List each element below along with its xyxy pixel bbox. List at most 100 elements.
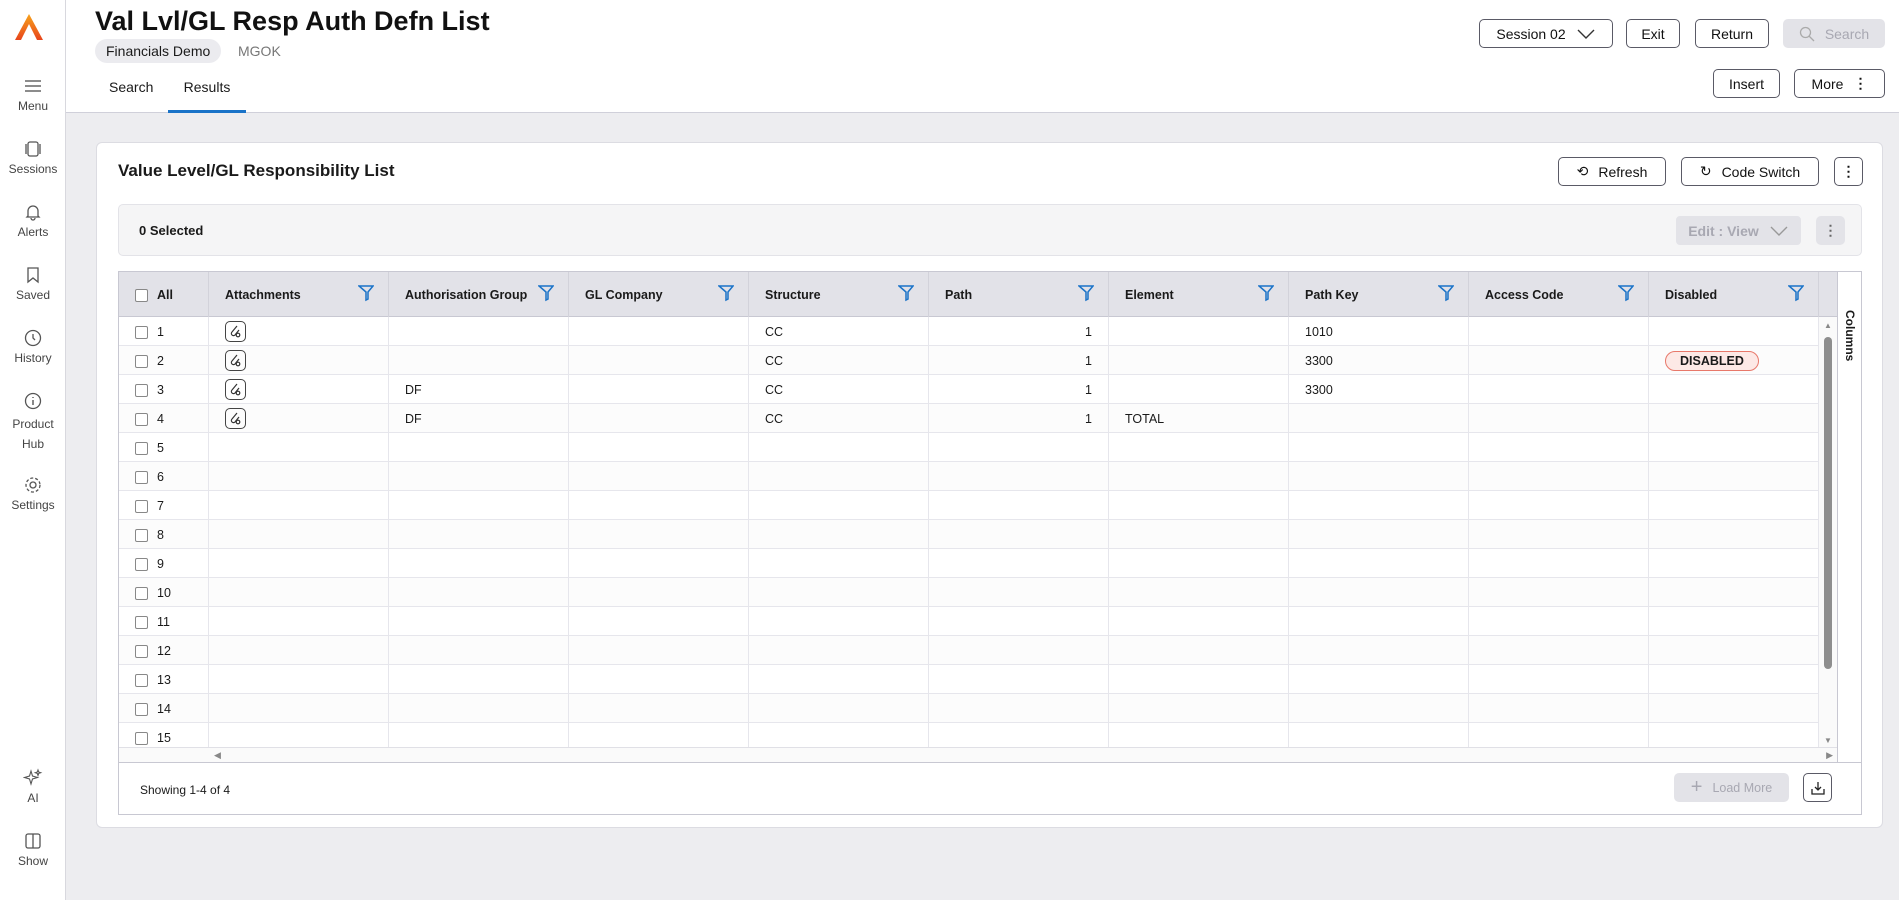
column-header[interactable]: Authorisation Group: [389, 272, 569, 317]
refresh-button[interactable]: ⟲ Refresh: [1558, 157, 1666, 186]
scroll-left-icon[interactable]: ◀: [214, 750, 221, 761]
row-checkbox[interactable]: [135, 326, 148, 340]
row-select[interactable]: 5: [119, 433, 209, 462]
column-header[interactable]: Access Code: [1469, 272, 1649, 317]
filter-icon[interactable]: [1616, 284, 1635, 302]
sidebar-item-history[interactable]: History: [0, 328, 66, 365]
row-select[interactable]: 8: [119, 520, 209, 549]
attachment-icon[interactable]: [225, 408, 246, 429]
sidebar-item-menu[interactable]: Menu: [0, 76, 66, 113]
sidebar-item-alerts[interactable]: Alerts: [0, 202, 66, 239]
table-row[interactable]: 10: [119, 578, 1819, 607]
filter-icon[interactable]: [1436, 284, 1455, 302]
row-select[interactable]: 13: [119, 665, 209, 694]
row-select[interactable]: 11: [119, 607, 209, 636]
row-checkbox[interactable]: [135, 384, 148, 398]
filter-icon[interactable]: [1256, 284, 1275, 302]
scroll-up-icon[interactable]: ▲: [1824, 321, 1832, 330]
table-row[interactable]: 3 DF CC 1 3300: [119, 375, 1819, 404]
attachment-icon[interactable]: [225, 350, 246, 371]
row-checkbox[interactable]: [135, 616, 148, 630]
insert-button[interactable]: Insert: [1713, 69, 1780, 98]
row-select[interactable]: 6: [119, 462, 209, 491]
row-select[interactable]: 4: [119, 404, 209, 433]
table-row[interactable]: 6: [119, 462, 1819, 491]
table-row[interactable]: 5: [119, 433, 1819, 462]
row-checkbox[interactable]: [135, 442, 148, 456]
more-button[interactable]: More ⋮: [1794, 69, 1885, 98]
filter-icon[interactable]: [716, 284, 735, 302]
load-more-button[interactable]: + Load More: [1674, 773, 1789, 802]
select-all-checkbox[interactable]: [135, 289, 148, 303]
table-row[interactable]: 4 DF CC 1 TOTAL: [119, 404, 1819, 433]
row-checkbox[interactable]: [135, 703, 148, 717]
row-select[interactable]: 2: [119, 346, 209, 375]
search-button[interactable]: Search: [1783, 19, 1885, 48]
sidebar-item-product-hub[interactable]: Product Hub: [0, 391, 66, 454]
filter-icon[interactable]: [536, 284, 555, 302]
tab-results[interactable]: Results: [168, 71, 246, 113]
filter-icon[interactable]: [356, 284, 375, 302]
return-button[interactable]: Return: [1695, 19, 1769, 48]
row-checkbox[interactable]: [135, 587, 148, 601]
sidebar-item-settings[interactable]: Settings: [0, 475, 66, 512]
row-checkbox[interactable]: [135, 500, 148, 514]
column-header[interactable]: Attachments: [209, 272, 389, 317]
sidebar-item-sessions[interactable]: Sessions: [0, 139, 66, 176]
table-row[interactable]: 13: [119, 665, 1819, 694]
row-checkbox[interactable]: [135, 529, 148, 543]
table-row[interactable]: 14: [119, 694, 1819, 723]
column-header[interactable]: GL Company: [569, 272, 749, 317]
row-select[interactable]: 14: [119, 694, 209, 723]
column-header[interactable]: Element: [1109, 272, 1289, 317]
row-checkbox[interactable]: [135, 471, 148, 485]
column-header[interactable]: Disabled: [1649, 272, 1819, 317]
row-select[interactable]: 7: [119, 491, 209, 520]
attachment-icon[interactable]: [225, 379, 246, 400]
column-header[interactable]: Path Key: [1289, 272, 1469, 317]
filter-icon[interactable]: [896, 284, 915, 302]
columns-panel-toggle[interactable]: Columns: [1837, 272, 1861, 762]
scroll-right-icon[interactable]: ▶: [1826, 750, 1833, 761]
row-select[interactable]: 12: [119, 636, 209, 665]
column-header[interactable]: Structure: [749, 272, 929, 317]
filter-icon[interactable]: [1786, 284, 1805, 302]
column-header[interactable]: Path: [929, 272, 1109, 317]
code-switch-button[interactable]: ↻ Code Switch: [1681, 157, 1819, 186]
selection-menu-button[interactable]: ⋮: [1816, 216, 1845, 245]
table-row[interactable]: 9: [119, 549, 1819, 578]
exit-button[interactable]: Exit: [1626, 19, 1680, 48]
table-row[interactable]: 12: [119, 636, 1819, 665]
row-select[interactable]: 10: [119, 578, 209, 607]
table-row[interactable]: 1 CC 1 1010: [119, 317, 1819, 346]
sidebar-item-saved[interactable]: Saved: [0, 265, 66, 302]
vertical-scrollbar[interactable]: ▲ ▼: [1819, 317, 1837, 747]
tab-search[interactable]: Search: [95, 71, 167, 113]
card-menu-button[interactable]: ⋮: [1834, 157, 1863, 186]
attachment-icon[interactable]: [225, 321, 246, 342]
scroll-thumb[interactable]: [1824, 337, 1832, 669]
row-checkbox[interactable]: [135, 355, 148, 369]
select-all[interactable]: All: [119, 272, 209, 317]
row-checkbox[interactable]: [135, 558, 148, 572]
row-checkbox[interactable]: [135, 674, 148, 688]
table-row[interactable]: 11: [119, 607, 1819, 636]
session-dropdown[interactable]: Session 02: [1479, 19, 1613, 48]
table-row[interactable]: 8: [119, 520, 1819, 549]
table-cell: [929, 578, 1109, 607]
scroll-down-icon[interactable]: ▼: [1824, 736, 1832, 745]
row-select[interactable]: 9: [119, 549, 209, 578]
edit-view-dropdown[interactable]: Edit : View: [1676, 216, 1801, 245]
sidebar-item-show[interactable]: Show: [0, 831, 66, 868]
row-select[interactable]: 1: [119, 317, 209, 346]
filter-icon[interactable]: [1076, 284, 1095, 302]
horizontal-scrollbar[interactable]: ◀ ▶: [119, 747, 1837, 762]
table-row[interactable]: 7: [119, 491, 1819, 520]
row-select[interactable]: 3: [119, 375, 209, 404]
table-row[interactable]: 2 CC 1 3300 DISABLED: [119, 346, 1819, 375]
sidebar-item-ai[interactable]: AI: [0, 768, 66, 805]
row-checkbox[interactable]: [135, 413, 148, 427]
row-checkbox[interactable]: [135, 732, 148, 746]
row-checkbox[interactable]: [135, 645, 148, 659]
export-button[interactable]: [1803, 773, 1832, 802]
